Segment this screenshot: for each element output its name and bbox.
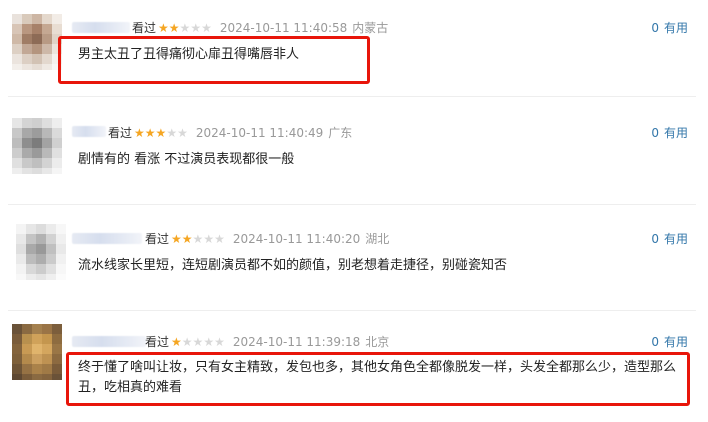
star-icon: ★ [192, 232, 204, 246]
star-icon: ★ [214, 335, 225, 349]
useful-vote[interactable]: 0 有用 [651, 21, 688, 35]
comment-text: 剧情有的 看涨 不过演员表现都很一般 [78, 152, 295, 167]
star-icon: ★ [179, 21, 191, 35]
star-icon: ★ [168, 21, 180, 35]
watched-label: 看过 [145, 232, 170, 246]
username-blurred[interactable] [72, 233, 142, 244]
avatar[interactable] [16, 224, 66, 280]
star-icon: ★ [203, 335, 215, 349]
star-rating: ★ ★ ★ ★ ★ [158, 21, 212, 35]
comment-time: 2024-10-11 11:40:20 [232, 232, 361, 246]
comment-text: 男主太丑了丑得痛彻心扉丑得嘴唇非人 [78, 47, 300, 62]
star-icon: ★ [201, 21, 212, 35]
star-rating: ★ ★ ★ ★ ★ [171, 232, 225, 246]
rating-meta: 看过 ★ ★ ★ ★ ★ 2024-10-11 11:39:18 北京 [145, 335, 389, 349]
star-icon: ★ [155, 126, 167, 140]
comment-time: 2024-10-11 11:39:18 [232, 335, 361, 349]
star-icon: ★ [181, 232, 193, 246]
useful-count: 0 [651, 126, 659, 140]
useful-vote[interactable]: 0 有用 [651, 232, 688, 246]
username-blurred[interactable] [72, 336, 146, 347]
username-blurred[interactable] [72, 126, 106, 137]
useful-count: 0 [651, 335, 659, 349]
comment-text-line-2: 丑，吃相真的难看 [78, 380, 183, 395]
star-rating: ★ ★ ★ ★ ★ [134, 126, 188, 140]
star-icon: ★ [214, 232, 225, 246]
comment-location: 湖北 [365, 232, 390, 246]
comment-text-line-1: 终于懂了啥叫让妆，只有女主精致，发包也多，其他女角色全都像脱发一样，头发全都那么… [78, 360, 677, 375]
username-blurred[interactable] [72, 22, 130, 33]
useful-button[interactable]: 有用 [664, 335, 688, 349]
watched-label: 看过 [132, 21, 157, 35]
watched-label: 看过 [108, 126, 133, 140]
star-icon: ★ [203, 232, 215, 246]
divider [8, 310, 696, 311]
useful-vote[interactable]: 0 有用 [651, 335, 688, 349]
star-icon: ★ [190, 21, 202, 35]
star-icon: ★ [171, 232, 182, 246]
comment-time: 2024-10-11 11:40:58 [219, 21, 348, 35]
star-icon: ★ [134, 126, 145, 140]
useful-count: 0 [651, 232, 659, 246]
star-icon: ★ [158, 21, 169, 35]
watched-label: 看过 [145, 335, 170, 349]
avatar[interactable] [12, 14, 62, 70]
useful-count: 0 [651, 21, 659, 35]
useful-button[interactable]: 有用 [664, 126, 688, 140]
comment-location: 广东 [328, 126, 353, 140]
avatar[interactable] [12, 324, 62, 380]
avatar[interactable] [12, 118, 62, 174]
star-icon: ★ [144, 126, 156, 140]
comment-time: 2024-10-11 11:40:49 [195, 126, 324, 140]
comment-location: 内蒙古 [352, 21, 389, 35]
comment-text: 流水线家长里短，连短剧演员都不如的颜值，别老想着走捷径，别碰瓷知否 [78, 258, 508, 273]
useful-vote[interactable]: 0 有用 [651, 126, 688, 140]
rating-meta: 看过 ★ ★ ★ ★ ★ 2024-10-11 11:40:20 湖北 [145, 232, 389, 246]
comment-location: 北京 [365, 335, 390, 349]
rating-meta: 看过 ★ ★ ★ ★ ★ 2024-10-11 11:40:49 广东 [108, 126, 352, 140]
star-icon: ★ [171, 335, 182, 349]
star-rating: ★ ★ ★ ★ ★ [171, 335, 225, 349]
star-icon: ★ [177, 126, 188, 140]
star-icon: ★ [181, 335, 193, 349]
divider [8, 96, 696, 97]
rating-meta: 看过 ★ ★ ★ ★ ★ 2024-10-11 11:40:58 内蒙古 [132, 21, 388, 35]
useful-button[interactable]: 有用 [664, 21, 688, 35]
useful-button[interactable]: 有用 [664, 232, 688, 246]
divider [8, 204, 696, 205]
star-icon: ★ [166, 126, 178, 140]
star-icon: ★ [192, 335, 204, 349]
